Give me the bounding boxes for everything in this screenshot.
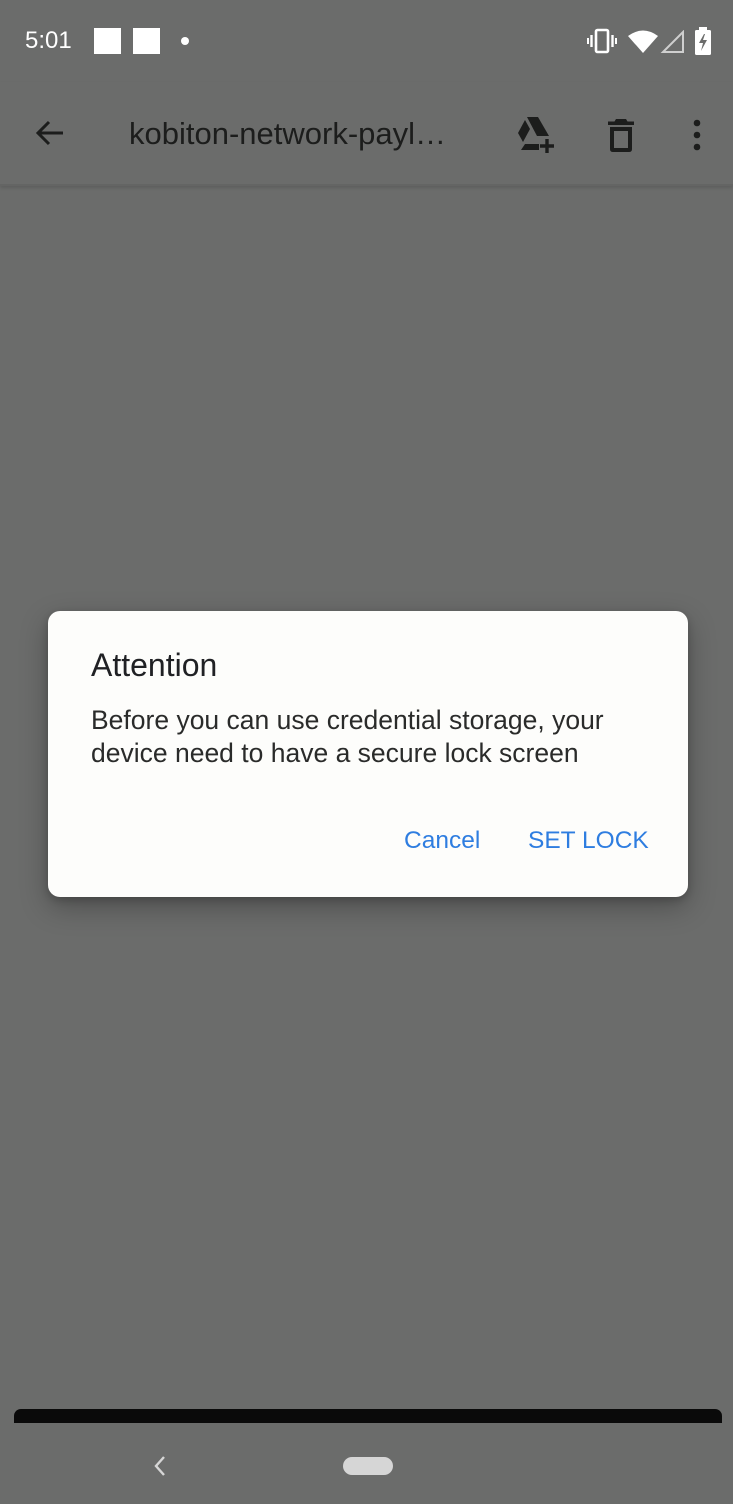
wifi-icon	[628, 30, 658, 53]
chevron-left-icon	[154, 1456, 165, 1476]
arrow-back-icon	[35, 120, 63, 146]
battery-charging-icon	[695, 27, 711, 55]
more-options-button[interactable]	[673, 111, 721, 159]
dialog-title: Attention	[91, 647, 218, 683]
home-button[interactable]	[343, 1457, 393, 1475]
bottom-sheet-edge	[14, 1409, 722, 1423]
drive-add-icon	[518, 117, 554, 153]
delete-button[interactable]	[597, 111, 645, 159]
cell-signal-icon	[660, 30, 684, 53]
screen: 5:01 kobiton-network-payl… Attention Bef…	[0, 0, 733, 1504]
trash-icon	[608, 119, 634, 152]
app-bar: kobiton-network-payl…	[0, 82, 733, 186]
status-time: 5:01	[25, 27, 72, 54]
file-title: kobiton-network-payl…	[129, 116, 447, 151]
more-vert-icon	[693, 119, 701, 151]
notification-icon	[133, 28, 160, 54]
notification-icon	[94, 28, 121, 54]
cancel-button[interactable]: Cancel	[404, 823, 480, 859]
status-bar: 5:01	[0, 0, 733, 82]
back-button[interactable]	[26, 109, 74, 157]
vibrate-icon	[587, 28, 617, 54]
add-to-drive-button[interactable]	[512, 111, 560, 159]
attention-dialog: Attention Before you can use credential …	[48, 611, 688, 897]
more-notifications-dot-icon	[181, 37, 189, 45]
set-lock-button[interactable]: SET LOCK	[528, 823, 649, 859]
dialog-message: Before you can use credential storage, y…	[91, 705, 604, 768]
navigation-bar	[0, 1423, 733, 1504]
nav-back-button[interactable]	[140, 1443, 180, 1489]
